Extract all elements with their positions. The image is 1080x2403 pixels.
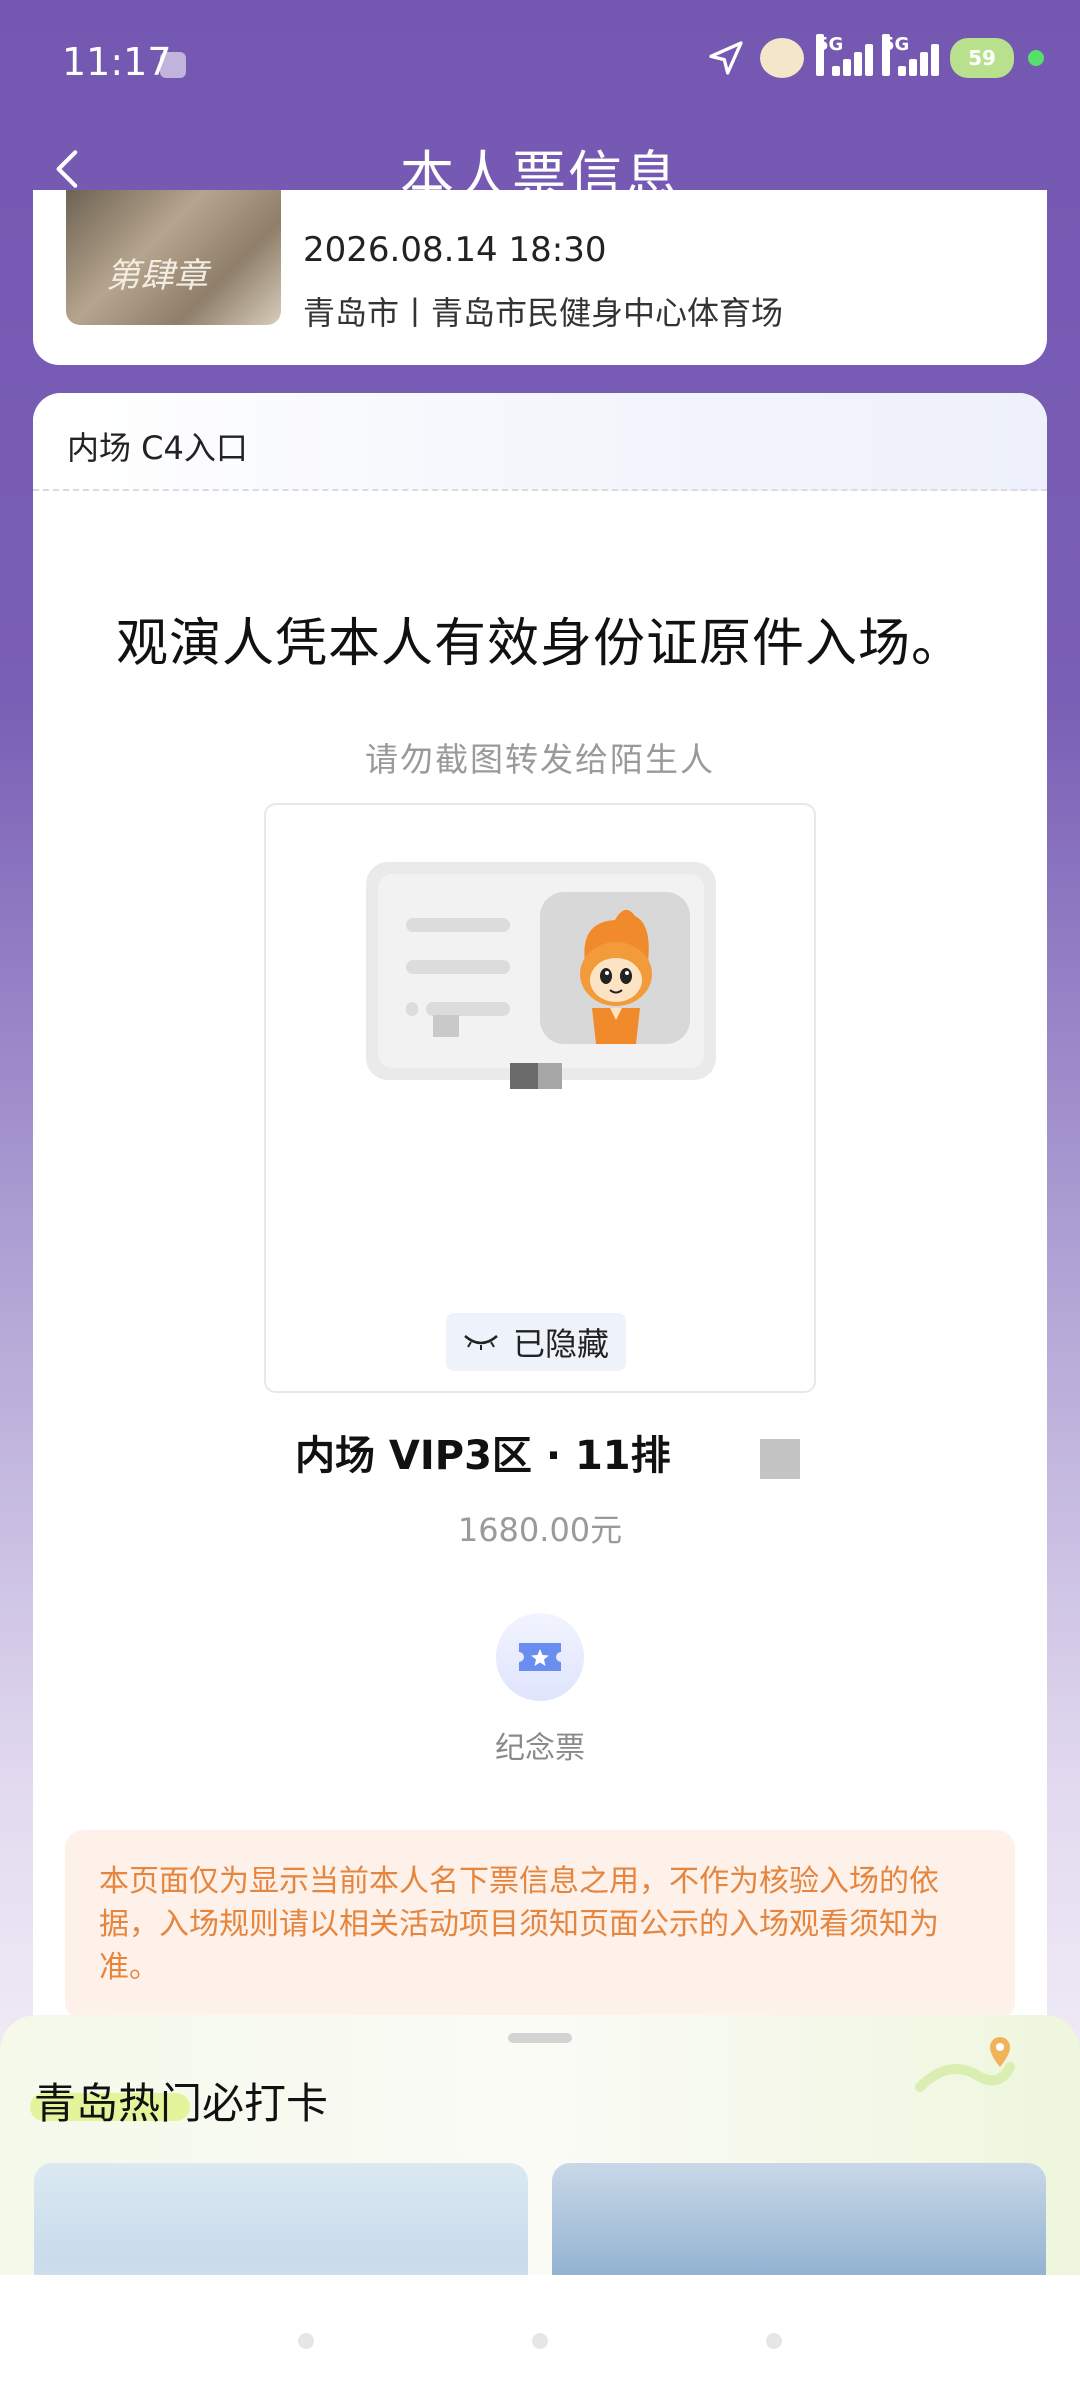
sheet-drag-handle[interactable]	[508, 2033, 572, 2043]
bottom-dot-3	[766, 2333, 782, 2349]
signal-1-label: 5G	[816, 34, 843, 76]
signal-2-icon: 5G	[882, 34, 939, 76]
eye-closed-icon	[464, 1335, 498, 1350]
souvenir-ticket-label: 纪念票	[495, 1731, 585, 1766]
ticket-price: 1680.00元	[457, 1511, 623, 1549]
sheet-title: 青岛热门必打卡	[34, 2079, 329, 2128]
masked-seat-number	[760, 1439, 800, 1479]
ticket-star-icon	[519, 1643, 561, 1671]
entrance-label: 内场 C4入口	[67, 429, 248, 467]
entry-notice: 观演人凭本人有效身份证原件入场。	[115, 614, 964, 674]
masked-id-2	[538, 1063, 562, 1089]
bottom-bar	[0, 2275, 1080, 2403]
status-bar: 11:17 5G 5G 59	[0, 0, 1080, 120]
status-time: 11:17	[62, 40, 172, 84]
hidden-label: 已隐藏	[512, 1325, 609, 1363]
masked-id-1	[510, 1063, 538, 1089]
location-arrow-icon	[709, 41, 743, 75]
signal-2-label: 5G	[882, 34, 909, 76]
mascot-avatar	[540, 892, 690, 1044]
ticket-header: 内场 C4入口	[33, 393, 1047, 491]
mascot-icon	[580, 909, 652, 1044]
bottom-dot-1	[298, 2333, 314, 2349]
id-card-panel: 已隐藏	[264, 803, 816, 1393]
disclaimer-notice: 本页面仅为显示当前本人名下票信息之用，不作为核验入场的依据，入场规则请以相关活动…	[65, 1830, 1015, 2020]
privacy-dot	[1028, 50, 1044, 66]
masked-name	[433, 1015, 459, 1037]
battery-icon: 59	[950, 38, 1014, 78]
hidden-toggle[interactable]: 已隐藏	[446, 1313, 626, 1371]
status-icons: 5G 5G 59	[706, 34, 1044, 78]
sticker-icon	[760, 38, 804, 78]
event-card[interactable]: 第肆章 2026.08.14 18:30 青岛市丨青岛市民健身中心体育场	[33, 190, 1047, 365]
id-card-illustration	[366, 862, 716, 1080]
map-pin-icon	[915, 2037, 1015, 2092]
poster-text: 第肆章	[106, 256, 208, 296]
event-datetime: 2026.08.14 18:30	[303, 230, 607, 270]
tiktok-notification-icon	[160, 52, 186, 78]
signal-1-icon: 5G	[816, 34, 873, 76]
ticket-card: 内场 C4入口 观演人凭本人有效身份证原件入场。 请勿截图转发给陌生人 已隐藏 …	[33, 393, 1047, 2043]
no-screenshot-warning: 请勿截图转发给陌生人	[365, 740, 715, 779]
souvenir-ticket-button[interactable]	[496, 1613, 584, 1701]
bottom-dot-2	[532, 2333, 548, 2349]
seat-info: 内场 VIP3区 · 11排	[295, 1433, 671, 1479]
event-poster: 第肆章	[66, 190, 281, 325]
event-venue: 青岛市丨青岛市民健身中心体育场	[303, 294, 784, 332]
